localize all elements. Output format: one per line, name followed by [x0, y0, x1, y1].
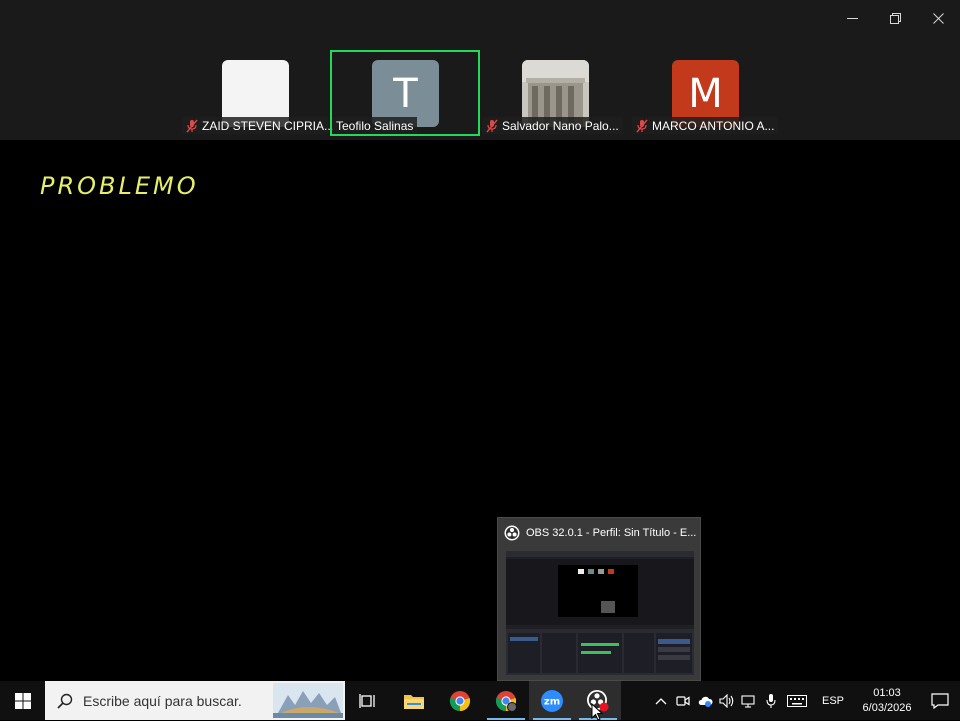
system-clock[interactable]: 01:03 6/03/2026: [854, 686, 920, 716]
search-placeholder: Escribe aquí para buscar.: [83, 692, 242, 709]
mic-muted-icon: [636, 119, 648, 132]
shared-whiteboard[interactable]: PROBLEMO 7: [0, 140, 960, 681]
file-explorer-button[interactable]: [391, 681, 437, 720]
system-tray: ESP 01:03 6/03/2026: [650, 681, 960, 720]
participant-namebar: MARCO ANTONIO A...: [632, 117, 778, 134]
participant-gallery-bar: ZAID STEVEN CIPRIA... T Teofilo Salinas: [0, 0, 960, 140]
restore-button[interactable]: [874, 0, 917, 36]
handwritten-text: PROBLEMO 7: [40, 172, 208, 200]
participant-gallery: ZAID STEVEN CIPRIA... T Teofilo Salinas: [180, 50, 780, 136]
microphone-icon: [766, 693, 776, 708]
participant-name: MARCO ANTONIO A...: [652, 118, 775, 133]
speaker-icon: [719, 693, 734, 708]
window-controls: [831, 0, 960, 36]
close-icon: [933, 12, 944, 24]
participant-tile-active-speaker[interactable]: T Teofilo Salinas: [330, 50, 480, 136]
chrome-profile-icon: [495, 690, 517, 712]
participant-namebar: ZAID STEVEN CIPRIA...: [182, 117, 334, 134]
participant-tile[interactable]: Salvador Nano Palo...: [480, 50, 630, 136]
participant-name: ZAID STEVEN CIPRIA...: [202, 118, 335, 133]
clock-date: 6/03/2026: [862, 701, 912, 714]
zoom-icon: zm: [541, 689, 563, 712]
participant-name: Teofilo Salinas: [336, 118, 414, 133]
chevron-up-icon: [655, 697, 667, 704]
obs-preview-header: OBS 32.0.1 - Perfil: Sin Título - E...: [498, 518, 700, 548]
mic-muted-icon: [486, 119, 498, 132]
obs-icon: [504, 525, 520, 541]
taskbar-search-box[interactable]: Escribe aquí para buscar.: [45, 681, 345, 720]
close-button[interactable]: [917, 0, 960, 36]
participant-namebar: Salvador Nano Palo...: [482, 117, 623, 134]
notification-icon: [931, 692, 949, 709]
clock-time: 01:03: [873, 686, 901, 699]
file-explorer-icon: [404, 694, 424, 709]
task-view-icon: [359, 693, 375, 708]
zoom-button[interactable]: zm: [529, 681, 575, 720]
chrome-icon: [449, 690, 471, 711]
minimize-button[interactable]: [831, 0, 874, 36]
search-icon: [57, 693, 73, 709]
volume-button[interactable]: [716, 681, 738, 720]
chrome-profile-button[interactable]: [483, 681, 529, 720]
participant-tile[interactable]: ZAID STEVEN CIPRIA...: [180, 50, 334, 136]
minimize-icon: [847, 17, 858, 19]
participant-name: Salvador Nano Palo...: [502, 118, 619, 133]
obs-window-thumbnail: [506, 551, 694, 675]
obs-preview-title: OBS 32.0.1 - Perfil: Sin Título - E...: [526, 527, 697, 539]
handwritten-text-label: PROBLEMO 7: [40, 172, 208, 200]
obs-thumbnail-graphic: [506, 551, 694, 675]
windows-icon: [14, 692, 31, 709]
meet-now-button[interactable]: [672, 681, 694, 720]
svg-text:zm: zm: [544, 696, 560, 707]
start-button[interactable]: [0, 681, 45, 720]
input-language-indicator[interactable]: ESP: [812, 695, 854, 707]
restore-icon: [890, 12, 901, 24]
keyboard-icon: [786, 694, 807, 707]
participant-namebar: Teofilo Salinas: [332, 117, 418, 134]
participant-tile[interactable]: M MARCO ANTONIO A...: [630, 50, 780, 136]
show-hidden-icons-button[interactable]: [650, 681, 672, 720]
search-highlight-image: [273, 683, 343, 718]
camera-icon: [676, 695, 690, 706]
task-view-button[interactable]: [345, 681, 391, 720]
cloud-icon: [698, 696, 713, 707]
touch-keyboard-button[interactable]: [782, 681, 812, 720]
network-button[interactable]: [738, 681, 760, 720]
windows-taskbar: Escribe aquí para buscar. zm ESP 01:03 6…: [0, 681, 960, 720]
zoom-meeting-window: ZAID STEVEN CIPRIA... T Teofilo Salinas: [0, 0, 960, 681]
chrome-button[interactable]: [437, 681, 483, 720]
mic-muted-icon: [186, 119, 198, 132]
network-icon: [741, 694, 755, 708]
obs-taskbar-preview[interactable]: OBS 32.0.1 - Perfil: Sin Título - E...: [497, 517, 701, 681]
mouse-cursor-icon: [591, 703, 603, 721]
action-center-button[interactable]: [920, 681, 960, 720]
microphone-button[interactable]: [760, 681, 782, 720]
onedrive-button[interactable]: [694, 681, 716, 720]
